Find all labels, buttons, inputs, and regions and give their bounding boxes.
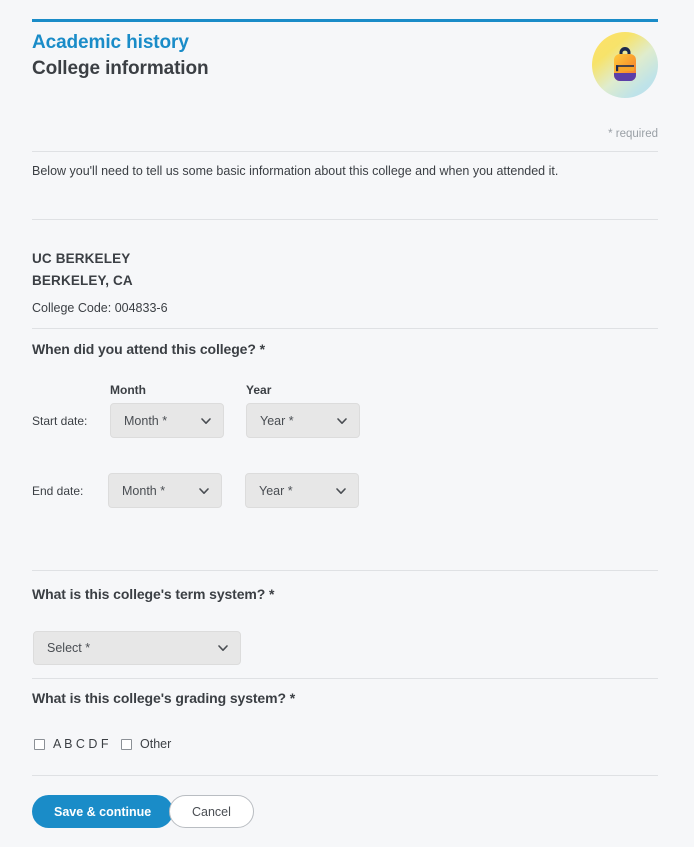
start-date-month-value: Month * [124, 413, 168, 428]
chevron-down-icon [216, 641, 230, 655]
backpack-icon [592, 32, 658, 98]
divider-footer [32, 775, 658, 776]
term-system-heading: What is this college's term system? * [32, 586, 275, 602]
column-header-month: Month [110, 383, 146, 397]
page-root: Academic history College information * r… [0, 0, 694, 847]
divider-attendance [32, 570, 658, 571]
section-eyebrow: Academic history [32, 32, 189, 53]
chevron-down-icon [199, 414, 213, 428]
end-date-label: End date: [32, 484, 84, 498]
divider-top [32, 151, 658, 152]
term-system-value: Select * [47, 641, 91, 655]
college-code: College Code: 004833-6 [32, 301, 168, 315]
end-date-year-value: Year * [259, 483, 293, 498]
checkbox-icon[interactable] [34, 738, 45, 750]
cancel-button[interactable]: Cancel [169, 795, 254, 828]
start-date-year-value: Year * [260, 413, 294, 428]
end-date-year-select[interactable]: Year * [245, 473, 359, 508]
column-header-year: Year [246, 383, 272, 397]
college-city-state: BERKELEY, CA [32, 273, 133, 288]
grading-system-heading: What is this college's grading system? * [32, 690, 296, 706]
intro-text: Below you'll need to tell us some basic … [32, 164, 559, 178]
chevron-down-icon [197, 484, 211, 498]
divider-college [32, 328, 658, 329]
divider-term-system [32, 678, 658, 679]
checkbox-icon[interactable] [121, 738, 132, 750]
save-and-continue-button[interactable]: Save & continue [32, 795, 174, 828]
grading-option-abcdf-label: A B C D F [53, 737, 109, 751]
required-note: * required [608, 128, 658, 140]
start-date-year-select[interactable]: Year * [246, 403, 360, 438]
page-title: College information [32, 58, 209, 79]
chevron-down-icon [334, 484, 348, 498]
grading-option-other[interactable]: Other [121, 737, 171, 751]
divider-intro [32, 219, 658, 220]
start-date-label: Start date: [32, 414, 88, 428]
start-date-month-select[interactable]: Month * [110, 403, 224, 438]
term-system-select[interactable]: Select * [33, 631, 241, 665]
college-name: UC BERKELEY [32, 251, 131, 266]
end-date-month-select[interactable]: Month * [108, 473, 222, 508]
grading-option-abcdf[interactable]: A B C D F [34, 737, 109, 751]
chevron-down-icon [335, 414, 349, 428]
header-accent-bar [32, 19, 658, 22]
grading-option-other-label: Other [140, 737, 172, 751]
end-date-month-value: Month * [122, 483, 166, 498]
attendance-heading: When did you attend this college? * [32, 341, 265, 357]
page-title-block: Academic history College information [32, 30, 209, 82]
